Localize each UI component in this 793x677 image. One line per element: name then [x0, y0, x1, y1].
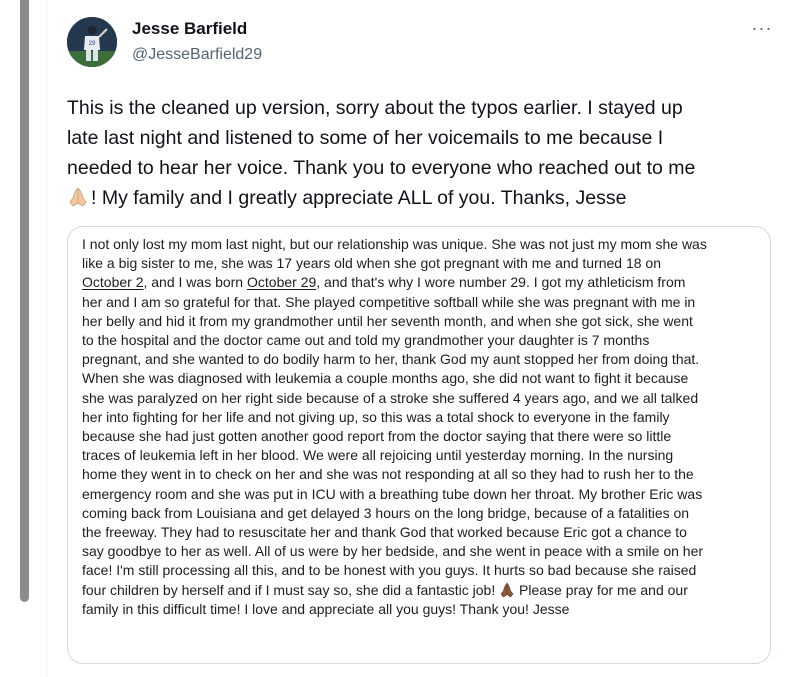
image-line: coming back from Louisiana and get delay… — [82, 504, 690, 521]
image-line: home they went in to check on her and sh… — [82, 466, 694, 483]
image-line-fragment: , and that's why I wore number 29. I got… — [316, 274, 686, 291]
image-line: four children by herself and if I must s… — [82, 581, 767, 600]
avatar[interactable]: 29 — [67, 17, 117, 67]
more-horizontal-icon: ··· — [751, 18, 773, 38]
image-line: because she had just gotten another good… — [82, 428, 672, 445]
image-line: her and I am so grateful for that. She p… — [82, 293, 696, 310]
avatar-photo-icon: 29 — [67, 17, 117, 67]
image-line: traces of leukemia left in her blood. We… — [82, 447, 674, 464]
author-display-name[interactable]: Jesse Barfield — [132, 19, 247, 39]
date-link: October 2 — [82, 274, 144, 291]
image-line: her belly and hid it from my grandmother… — [82, 312, 693, 329]
image-line: like a big sister to me, she was 17 year… — [82, 255, 662, 272]
image-line-fragment: four children by herself and if I must s… — [82, 581, 500, 598]
image-line: she was paralyzed on her right side beca… — [82, 389, 699, 406]
image-line: say goodbye to her as well. All of us we… — [82, 543, 704, 560]
folded-hands-light-skin-emoji — [69, 187, 87, 207]
image-line: emergency room and she was put in ICU wi… — [82, 485, 703, 502]
scrollbar-thumb[interactable] — [20, 0, 29, 602]
tweet-line-4-text: ! My family and I greatly appreciate ALL… — [91, 187, 627, 209]
image-line: When she was diagnosed with leukemia a c… — [82, 370, 689, 387]
image-line: October 2, and I was born October 29, an… — [82, 273, 767, 292]
more-options-button[interactable]: ··· — [747, 18, 777, 40]
image-line-fragment: Please pray for me and our — [515, 581, 688, 598]
folded-hands-dark-skin-emoji — [500, 582, 514, 598]
image-line: the freeway. They had to resuscitate her… — [82, 524, 687, 541]
image-text-block: I not only lost my mom last night, but o… — [82, 235, 767, 619]
author-handle[interactable]: @JesseBarfield29 — [132, 46, 262, 64]
image-line: to the hospital and the doctor came out … — [82, 332, 650, 349]
tweet-text: This is the cleaned up version, sorry ab… — [67, 93, 777, 213]
image-line: family in this difficult time! I love an… — [82, 600, 570, 617]
timeline-divider — [46, 0, 47, 677]
image-line-fragment: , and I was born — [143, 274, 247, 291]
tweet-line-2: late last night and listened to some of … — [67, 127, 664, 149]
tweet-line-4: ! My family and I greatly appreciate ALL… — [67, 183, 777, 213]
tweet-line-1: This is the cleaned up version, sorry ab… — [67, 97, 683, 119]
avatar-jersey-number: 29 — [89, 41, 96, 47]
tweet-line-3: needed to hear her voice. Thank you to e… — [67, 157, 696, 179]
image-line: face! I'm still processing all this, and… — [82, 562, 697, 579]
image-line: pregnant, and she wanted to do bodily ha… — [82, 351, 700, 368]
image-line: I not only lost my mom last night, but o… — [82, 236, 707, 252]
date-link: October 29 — [247, 274, 317, 291]
image-line: her into fighting for her life and not g… — [82, 408, 670, 425]
